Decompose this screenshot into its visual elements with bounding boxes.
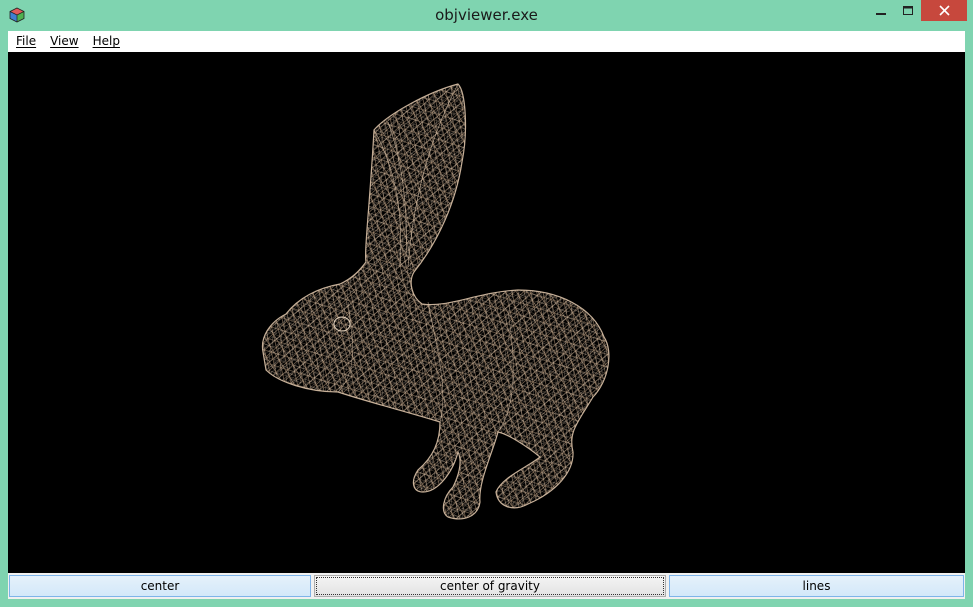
menu-view-label: View (50, 34, 79, 48)
minimize-button[interactable] (868, 0, 894, 22)
menu-help-label: Help (92, 34, 120, 48)
menu-file-label: File (16, 34, 37, 48)
center-of-gravity-button[interactable]: center of gravity (314, 575, 666, 597)
menu-view[interactable]: View (43, 31, 85, 52)
window-title: objviewer.exe (435, 6, 538, 24)
menu-bar: File View Help (8, 31, 965, 52)
close-button[interactable] (921, 0, 967, 21)
lines-button[interactable]: lines (669, 575, 964, 597)
bottom-toolbar: center center of gravity lines (8, 573, 965, 599)
wireframe-rabbit-model (261, 83, 610, 520)
menu-file[interactable]: File (8, 31, 43, 52)
3d-viewport[interactable] (8, 52, 965, 573)
center-button[interactable]: center (9, 575, 311, 597)
title-bar[interactable]: objviewer.exe (0, 0, 973, 31)
minimize-icon (876, 13, 886, 15)
maximize-icon (903, 6, 913, 15)
menu-help[interactable]: Help (86, 31, 127, 52)
maximize-button[interactable] (895, 0, 921, 22)
close-icon (938, 5, 950, 16)
app-window: objviewer.exe File View Help center cent… (0, 0, 973, 607)
